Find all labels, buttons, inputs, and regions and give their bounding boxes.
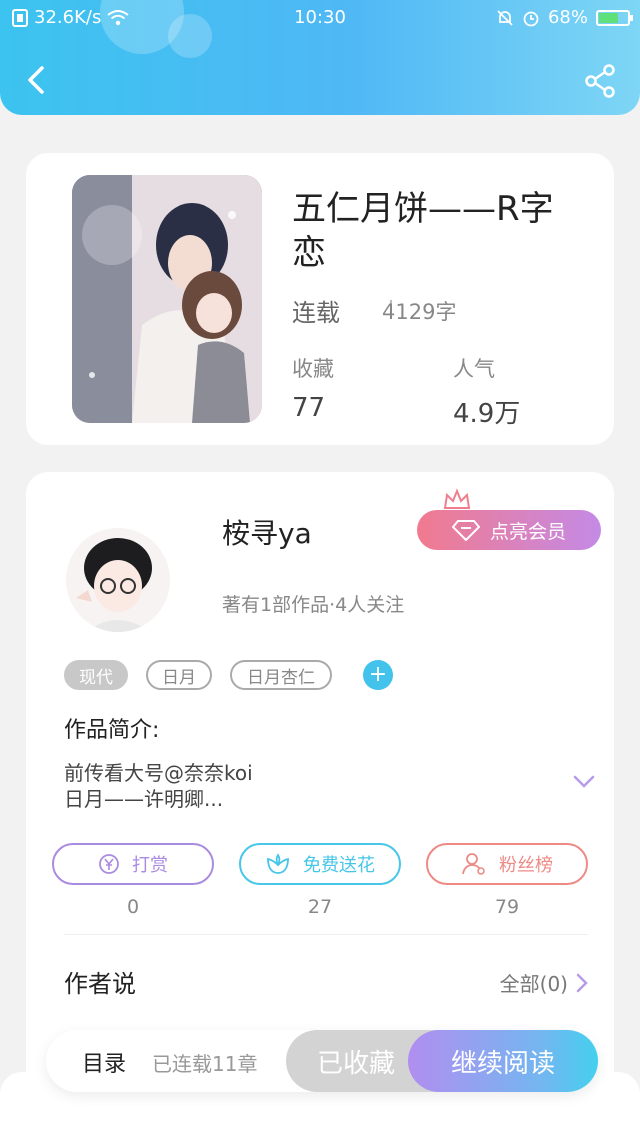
add-tag-button[interactable]: + (363, 660, 393, 690)
vip-label: 点亮会员 (489, 520, 566, 543)
favorites-value: 77 (292, 393, 326, 423)
battery-percent: 68% (547, 7, 588, 28)
book-cover-image[interactable] (72, 175, 262, 423)
book-status: 连载 (292, 299, 340, 327)
fan-count: 79 (494, 896, 520, 918)
flower-count: 27 (307, 896, 333, 918)
battery-fill (599, 12, 619, 23)
continue-reading-label: 继续阅读 (450, 1048, 555, 1079)
intro-line-1: 前传看大号@奈奈koi (64, 761, 253, 785)
intro-text: 前传看大号@奈奈koi 日月——许明卿... (64, 760, 253, 812)
tag-modern[interactable]: 现代 (64, 660, 128, 690)
avatar-illustration (66, 528, 170, 632)
intro-line-2: 日月——许明卿... (64, 787, 224, 811)
author-avatar[interactable] (66, 528, 170, 632)
vip-button[interactable]: 点亮会员 (417, 510, 601, 550)
back-arrow-icon[interactable] (22, 60, 52, 100)
author-name[interactable]: 桉寻ya (222, 512, 312, 552)
popularity-label: 人气 (453, 357, 495, 381)
crown-icon (443, 488, 471, 509)
top-header: 32.6K/s 10:30 68% (0, 0, 640, 115)
tip-count: 0 (126, 896, 140, 918)
tip-label: 打赏 (132, 855, 168, 876)
tip-button[interactable]: 打赏 (52, 843, 214, 885)
user-icon (462, 853, 485, 875)
table-of-contents-button[interactable]: 目录 (82, 1046, 126, 1078)
status-right: 68% (496, 7, 633, 28)
alarm-icon (523, 11, 539, 26)
status-bar: 32.6K/s 10:30 68% (0, 0, 640, 36)
share-icon[interactable] (584, 64, 616, 98)
author-says-title: 作者说 (64, 970, 136, 998)
popularity-value: 4.9万 (453, 399, 521, 429)
battery-icon (596, 9, 633, 26)
chapter-count: 已连载11章 (152, 1052, 258, 1076)
section-divider (64, 934, 588, 935)
book-title: 五仁月饼——R字恋 (292, 189, 554, 273)
tag-riyue[interactable]: 日月 (146, 660, 212, 690)
mute-bell-icon (497, 9, 513, 26)
cover-illustration (72, 175, 262, 423)
diamond-icon (451, 520, 480, 541)
chevron-down-icon[interactable] (572, 774, 596, 790)
intro-title: 作品简介: (64, 718, 160, 743)
send-flower-button[interactable]: 免费送花 (239, 843, 401, 885)
bottom-action-bar: 目录 已连载11章 已收藏 继续阅读 (46, 1030, 598, 1092)
view-all-label: 全部(0) (499, 972, 568, 996)
flower-icon (267, 853, 289, 874)
collected-label: 已收藏 (316, 1048, 395, 1079)
favorites-label: 收藏 (292, 357, 334, 381)
fan-ranking-button[interactable]: 粉丝榜 (426, 843, 588, 885)
fan-ranking-label: 粉丝榜 (499, 855, 553, 876)
tag-riyue-xingren[interactable]: 日月杏仁 (230, 660, 332, 690)
send-flower-label: 免费送花 (303, 855, 375, 876)
chevron-right-icon (576, 973, 588, 992)
author-meta: 著有1部作品·4人关注 (222, 594, 405, 616)
book-info-card: 五仁月饼——R字恋 连载 4129字 收藏 77 人气 4.9万 (26, 153, 614, 445)
word-count: 4129字 (382, 300, 457, 324)
continue-reading-button[interactable]: 继续阅读 (408, 1030, 598, 1092)
yen-coin-icon (99, 854, 119, 874)
view-all-link[interactable]: 全部(0) (500, 968, 588, 997)
